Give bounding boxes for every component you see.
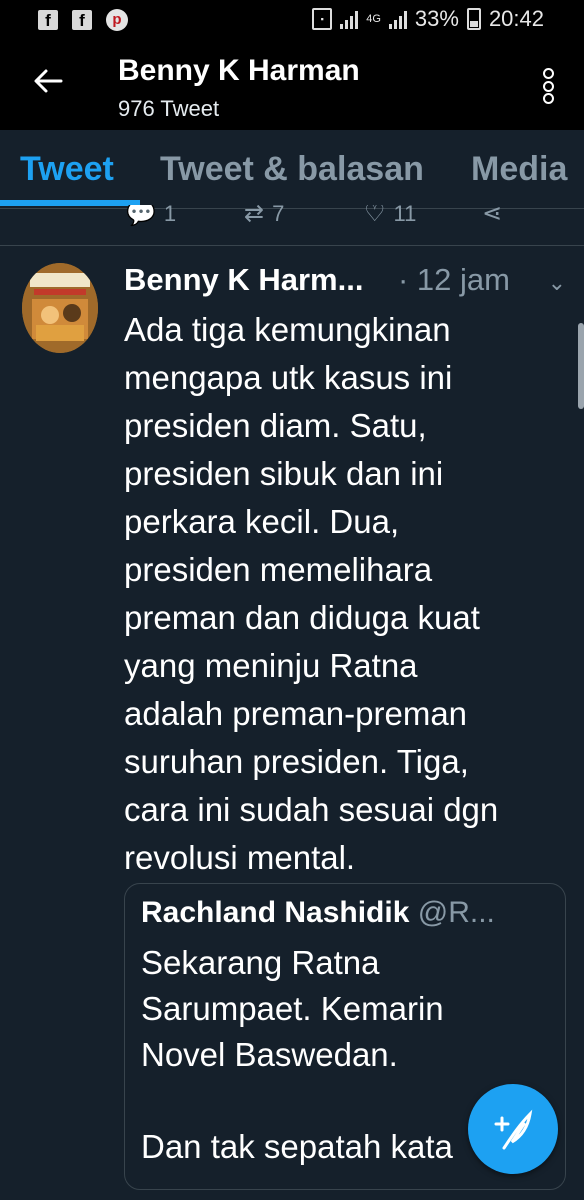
- tweet-text-line: yang meninju Ratna: [124, 647, 418, 684]
- tweet-text-line: adalah preman-preman: [124, 695, 468, 732]
- status-bar: f f p ▪ 4G 33% 20:42: [0, 0, 584, 40]
- like-count: 11: [393, 205, 417, 226]
- reply-icon: 💬: [126, 205, 156, 227]
- quoted-text-line: Sekarang Ratna: [141, 944, 380, 981]
- tweet-text-line: mengapa utk kasus ini: [124, 359, 453, 396]
- pinterest-icon: p: [106, 9, 128, 31]
- network-type: 4G: [366, 12, 381, 25]
- like-action[interactable]: ♡ 11: [364, 205, 416, 228]
- sim-icon: ▪: [312, 8, 333, 30]
- facebook-icon: f: [38, 10, 58, 30]
- retweet-action[interactable]: ⇄ 7: [244, 205, 284, 228]
- profile-header: Benny K Harman 976 Tweet: [0, 40, 584, 130]
- signal-icon: [340, 9, 359, 29]
- heart-icon: ♡: [364, 205, 386, 227]
- quoted-text-line: Novel Baswedan.: [141, 1036, 398, 1073]
- tweet-text-line: Ada tiga kemungkinan: [124, 311, 451, 348]
- tweet-text-line: suruhan presiden. Tiga,: [124, 743, 469, 780]
- quoted-text-line: Sarumpaet. Kemarin: [141, 990, 444, 1027]
- quoted-author-name: Rachland Nashidik: [141, 896, 410, 929]
- reply-action[interactable]: 💬 1: [126, 205, 176, 228]
- battery-percent: 33%: [414, 6, 459, 31]
- profile-name: Benny K Harman: [118, 54, 360, 87]
- scrollbar[interactable]: [578, 323, 584, 409]
- more-options-icon[interactable]: [538, 68, 558, 104]
- tweet-author-name[interactable]: Benny K Harm...: [124, 262, 363, 298]
- retweet-count: 7: [272, 205, 285, 226]
- battery-icon: [466, 8, 481, 30]
- signal-icon: [388, 9, 407, 29]
- tweet-text-line: perkara kecil. Dua,: [124, 503, 400, 540]
- share-action[interactable]: ⋖: [482, 205, 502, 228]
- tab-tweet-and-replies[interactable]: Tweet & balasan: [160, 150, 424, 189]
- chevron-down-icon[interactable]: ⌄: [548, 270, 566, 296]
- tab-tweet[interactable]: Tweet: [20, 150, 114, 189]
- tab-media[interactable]: Media: [471, 150, 567, 189]
- compose-tweet-button[interactable]: [468, 1084, 558, 1174]
- avatar[interactable]: [22, 263, 98, 353]
- tweet-text: Ada tiga kemungkinan mengapa utk kasus i…: [124, 306, 554, 882]
- share-icon: ⋖: [482, 205, 503, 227]
- tweet-text-line: presiden diam. Satu,: [124, 407, 427, 444]
- feather-plus-icon: [494, 1109, 533, 1150]
- previous-tweet-actions: 💬 1 ⇄ 7 ♡ 11 ⋖: [0, 205, 584, 246]
- tweet-time: · 12 jam: [398, 262, 510, 297]
- tweet-text-line: cara ini sudah sesuai dgn: [124, 791, 499, 828]
- quoted-tweet-header: Rachland Nashidik @R...: [141, 896, 551, 930]
- reply-count: 1: [163, 205, 177, 226]
- back-arrow-icon[interactable]: [28, 64, 68, 104]
- facebook-icon: f: [72, 10, 92, 30]
- system-icons: ▪ 4G 33% 20:42: [312, 6, 544, 32]
- quoted-author-handle: @R...: [417, 896, 495, 929]
- tweet-text-line: preman dan diduga kuat: [124, 599, 480, 636]
- profile-tabs: Tweet Tweet & balasan Media: [0, 130, 584, 209]
- tweet-text-line: revolusi mental.: [124, 839, 356, 876]
- notification-icons: f f p: [38, 9, 128, 31]
- tweet-count: 976 Tweet: [118, 96, 220, 121]
- tweet-text-line: presiden memelihara: [124, 551, 433, 588]
- retweet-icon: ⇄: [244, 205, 265, 227]
- clock: 20:42: [488, 6, 544, 31]
- tweet-text-line: presiden sibuk dan ini: [124, 455, 444, 492]
